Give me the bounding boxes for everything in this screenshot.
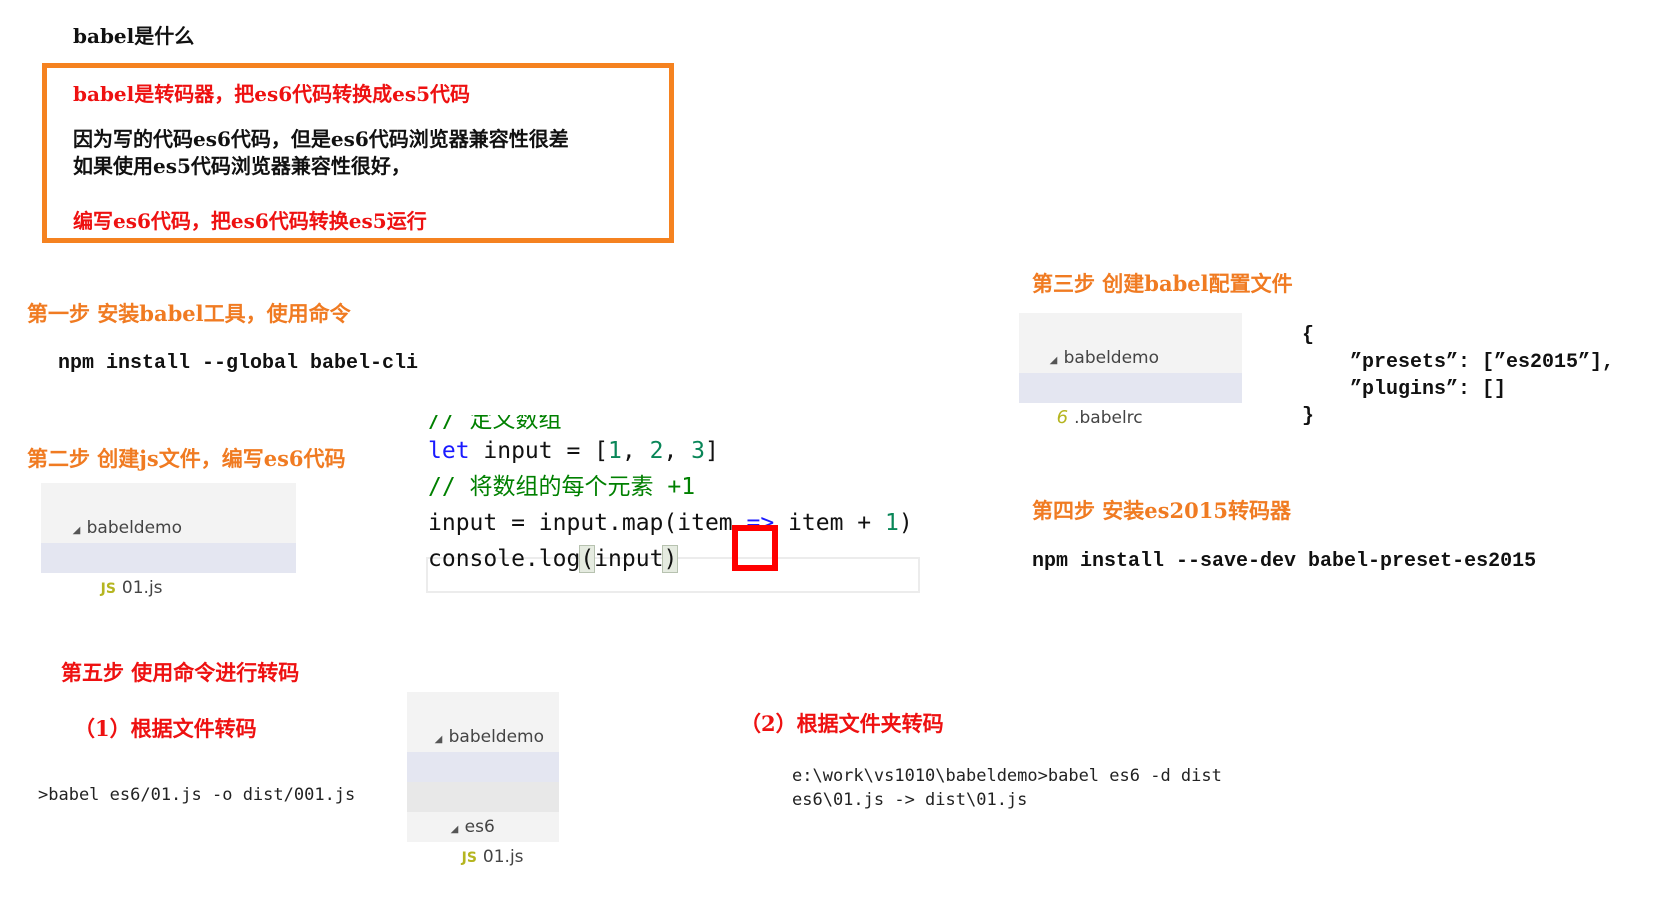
step4-command: npm install --save-dev babel-preset-es20… [1032,550,1537,573]
page-title: babel是什么 [73,24,195,48]
intro-line-1: babel是转码器，把es6代码转换成es5代码 [73,82,471,106]
tree-item-es6[interactable]: ◢es6 [407,782,559,837]
step5-sub2-heading: （2）根据文件夹转码 [740,711,944,736]
tree-item-babeldemo[interactable]: ◢ babeldemo [1019,313,1242,368]
step4-heading: 第四步 安装es2015转码器 [1032,498,1291,523]
code-comment-2: // 将数组的每个元素 +1 [428,474,696,500]
code-line-map: input = input.map(item => item + 1) [428,510,913,536]
step5-sub2-command-line1: e:\work\vs1010\babeldemo>babel es6 -d di… [792,766,1222,786]
step5-sub1-heading: （1）根据文件转码 [74,716,257,741]
config-line: { [1302,324,1315,347]
step1-command: npm install --global babel-cli [58,352,419,375]
tree-item-babeldemo[interactable]: ◢ babeldemo [407,692,559,747]
tree-item-01-js[interactable]: JS 01.js [407,812,559,867]
js-file-icon: JS [461,850,477,866]
step2-heading: 第二步 创建js文件，编写es6代码 [27,446,346,471]
code-editor: // 定义数组 let input = [1, 2, 3] // 将数组的每个元… [428,415,913,577]
js-file-icon: JS [100,581,116,597]
babelrc-config: { ”presets”: [”es2015”], ”plugins”: [] } [1302,322,1614,430]
step5-file-tree: ◢babeldemo ◢dist JS001.js ◢es6 JS01.js [407,692,559,867]
tree-item-001-js[interactable]: JS001.js [407,752,559,807]
code-line-let: let input = [1, 2, 3] [428,438,719,464]
step5-sub2-command-line2: es6\01.js -> dist\01.js [792,790,1028,810]
tree-item-es6[interactable]: ◢es6 [41,513,296,568]
step3-heading: 第三步 创建babel配置文件 [1032,271,1293,296]
code-line-console: console.log(input) [428,545,679,573]
arrow-highlight-box [732,525,778,571]
intro-box: babel是转码器，把es6代码转换成es5代码 因为写的代码es6代码，但是e… [42,63,674,243]
intro-line-3: 如果使用es5代码浏览器兼容性很好， [73,154,411,178]
tree-item-01-js[interactable]: JS 01.js [41,543,296,598]
step3-file-tree: ◢babeldemo ▷es6 6.babelrc [1019,313,1242,428]
intro-line-2: 因为写的代码es6代码，但是es6代码浏览器兼容性很差 [73,127,569,151]
config-line: ”presets”: [”es2015”], [1302,351,1615,374]
code-comment-1: // 定义数组 [428,415,562,433]
tree-item-dist[interactable]: ◢dist [407,722,559,777]
step1-heading: 第一步 安装babel工具，使用命令 [27,301,351,326]
tree-item-es6[interactable]: ▷es6 [1019,343,1242,398]
step5-sub1-command: >babel es6/01.js -o dist/001.js [38,785,356,805]
tree-item-babeldemo[interactable]: ◢ babeldemo [41,483,296,538]
step2-file-tree: ◢babeldemo ◢es6 JS01.js [41,483,296,598]
step5-heading: 第五步 使用命令进行转码 [61,660,300,685]
tree-item-babelrc[interactable]: 6 .babelrc [1019,373,1242,428]
intro-line-4: 编写es6代码，把es6代码转换es5运行 [73,209,427,233]
babelrc-file-icon: 6 [1056,407,1069,428]
config-line: } [1302,405,1315,428]
config-line: ”plugins”: [] [1302,378,1507,401]
